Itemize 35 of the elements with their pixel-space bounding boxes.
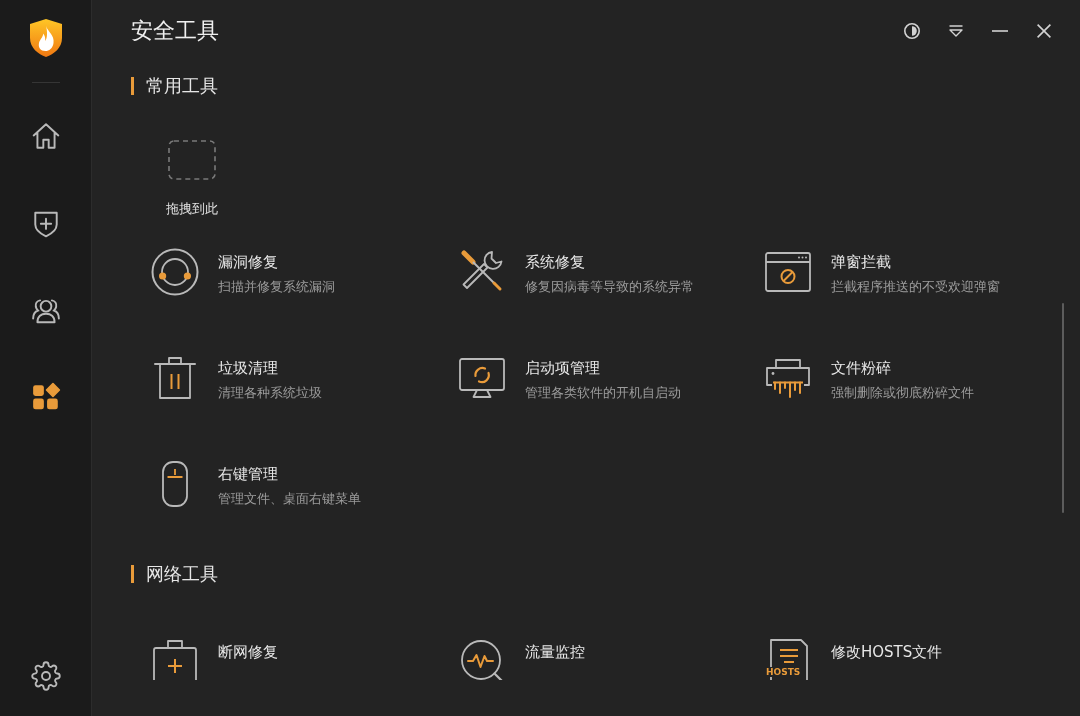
tool-title[interactable]: 系统修复 [525, 252, 694, 272]
tool-description: 强制删除或彻底粉碎文件 [831, 384, 974, 402]
window-title: 安全工具 [131, 17, 219, 45]
tool-title[interactable]: 启动项管理 [525, 358, 681, 378]
minimize-icon [992, 30, 1008, 32]
tool-title[interactable]: 右键管理 [218, 464, 361, 484]
tool-title[interactable]: 漏洞修复 [218, 252, 335, 272]
tool-description: 拦截程序推送的不受欢迎弹窗 [831, 278, 1000, 296]
accent-bar [131, 565, 134, 583]
house-icon [30, 121, 61, 151]
scrollbar[interactable] [1062, 303, 1064, 513]
settings-icon [30, 661, 61, 691]
section-title: 常用工具 [146, 76, 218, 96]
tool-title[interactable]: 文件粉碎 [831, 358, 974, 378]
tool-title[interactable]: 流量监控 [525, 642, 585, 662]
drop-target[interactable] [168, 140, 216, 180]
apps-icon [30, 382, 61, 412]
section-title: 网络工具 [146, 564, 218, 584]
drop-zone-label: 拖拽到此 [166, 200, 218, 218]
tool-description: 管理文件、桌面右键菜单 [218, 490, 361, 508]
tool-title[interactable]: 修改HOSTS文件 [831, 642, 943, 662]
accent-bar [131, 77, 134, 95]
briefcase-plus-icon [150, 637, 200, 680]
tool-description: 修复因病毒等导致的系统异常 [525, 278, 694, 296]
tool-title[interactable]: 断网修复 [218, 642, 278, 662]
icon-label: HOSTS [765, 667, 802, 677]
tool-description: 管理各类软件的开机自启动 [525, 384, 681, 402]
tool-description: 清理各种系统垃圾 [218, 384, 322, 402]
close-icon [1037, 24, 1051, 38]
flame-shield-logo [27, 18, 64, 58]
tool-description: 扫描并修复系统漏洞 [218, 278, 335, 296]
tool-title[interactable]: 弹窗拦截 [831, 252, 1000, 272]
ring-dots-icon [150, 247, 200, 297]
contrast-icon [903, 22, 921, 40]
tool-title[interactable]: 垃圾清理 [218, 358, 322, 378]
